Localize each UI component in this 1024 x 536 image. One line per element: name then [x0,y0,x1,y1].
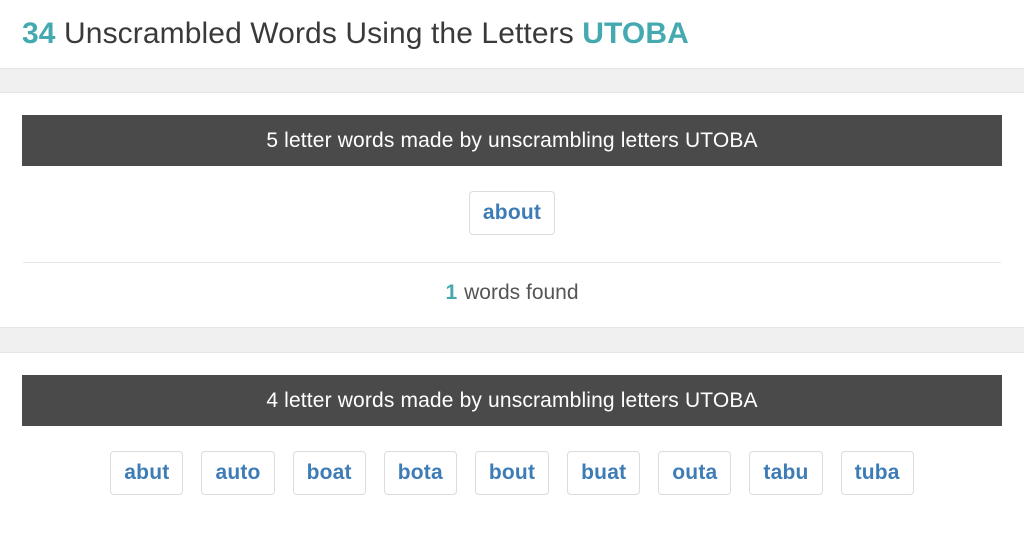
page-title: 34 Unscrambled Words Using the Letters U… [0,0,1024,68]
word-chip[interactable]: about [468,191,556,235]
word-list-5-letter: about [14,165,1010,235]
words-found-label: words found [464,281,579,304]
section-divider-strip [0,68,1024,93]
page-title-letters: UTOBA [582,17,689,50]
word-chip[interactable]: abut [110,451,184,495]
word-chip[interactable]: auto [201,451,275,495]
word-chip[interactable]: buat [567,451,641,495]
page-title-count: 34 [22,17,56,50]
section-header-label: 4 letter words made by unscrambling lett… [266,388,758,412]
words-found-row: 1 words found [14,263,1010,327]
word-list-4-letter: abut auto boat bota bout buat outa tabu … [14,425,1010,495]
result-card-4-letter: 4 letter words made by unscrambling lett… [0,376,1024,495]
word-chip[interactable]: tabu [749,451,823,495]
page-title-text: Unscrambled Words Using the Letters [64,17,574,50]
section-header-5-letter: 5 letter words made by unscrambling lett… [23,116,1001,165]
word-chip[interactable]: bota [383,451,457,495]
section-divider-strip [0,327,1024,353]
section-header-4-letter: 4 letter words made by unscrambling lett… [23,376,1001,425]
words-found-count: 1 [445,281,458,304]
word-chip[interactable]: outa [658,451,732,495]
section-header-label: 5 letter words made by unscrambling lett… [266,128,758,152]
result-card-5-letter: 5 letter words made by unscrambling lett… [0,116,1024,327]
word-chip[interactable]: tuba [840,451,914,495]
word-chip[interactable]: bout [474,451,550,495]
word-chip[interactable]: boat [292,451,366,495]
